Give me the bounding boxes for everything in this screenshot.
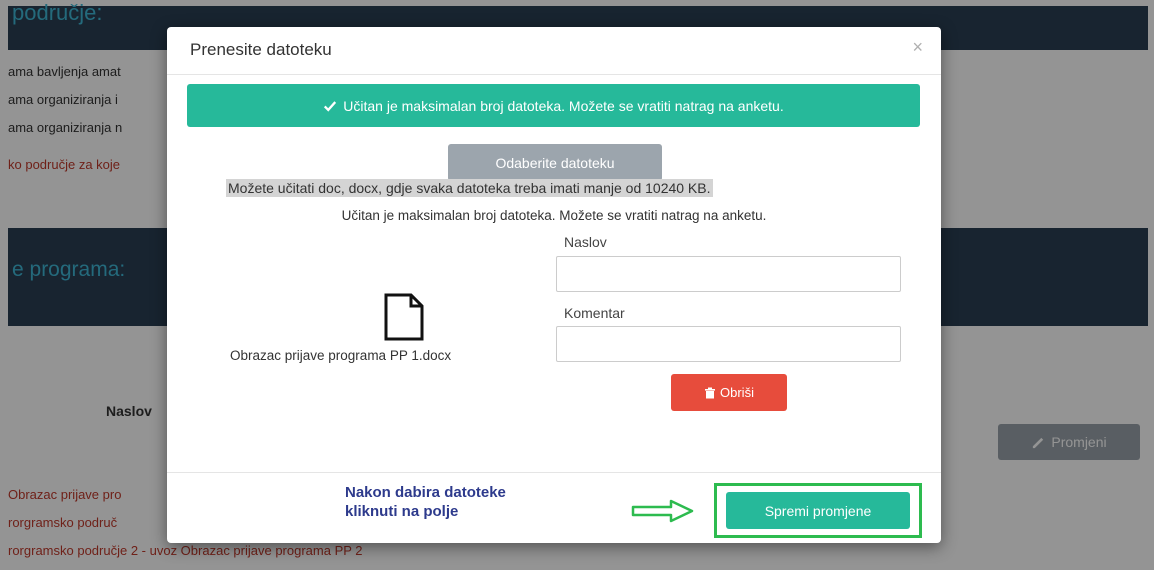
modal-footer: Nakon dabira datoteke kliknuti na polje … xyxy=(167,472,941,543)
check-icon xyxy=(324,100,337,112)
arrow-right-icon xyxy=(631,499,694,523)
file-icon xyxy=(384,293,424,341)
modal-header: Prenesite datoteku × xyxy=(167,27,941,75)
file-name: Obrazac prijave programa PP 1.docx xyxy=(230,348,452,363)
delete-button-label: Obriši xyxy=(720,385,754,400)
choose-file-button[interactable]: Odaberite datoteku xyxy=(448,144,662,181)
max-files-alert: Učitan je maksimalan broj datoteka. Može… xyxy=(187,84,920,127)
instruction-line: Nakon dabira datoteke xyxy=(345,484,506,501)
instruction-line: kliknuti na polje xyxy=(345,503,459,520)
komentar-label: Komentar xyxy=(564,305,625,321)
naslov-input[interactable] xyxy=(556,256,901,292)
save-changes-button[interactable]: Spremi promjene xyxy=(726,492,910,529)
trash-icon xyxy=(705,387,716,398)
upload-modal: Prenesite datoteku × Učitan je maksimala… xyxy=(167,27,941,543)
modal-title: Prenesite datoteku xyxy=(190,40,332,59)
close-icon[interactable]: × xyxy=(912,37,923,58)
max-files-message: Učitan je maksimalan broj datoteka. Može… xyxy=(341,208,767,223)
footer-instruction: Nakon dabira datoteke kliknuti na polje xyxy=(345,483,506,521)
delete-button[interactable]: Obriši xyxy=(671,374,787,411)
alert-text: Učitan je maksimalan broj datoteka. Može… xyxy=(343,97,784,114)
naslov-label: Naslov xyxy=(564,234,607,250)
file-type-hint: Možete učitati doc, docx, gdje svaka dat… xyxy=(226,179,713,197)
komentar-input[interactable] xyxy=(556,326,901,362)
